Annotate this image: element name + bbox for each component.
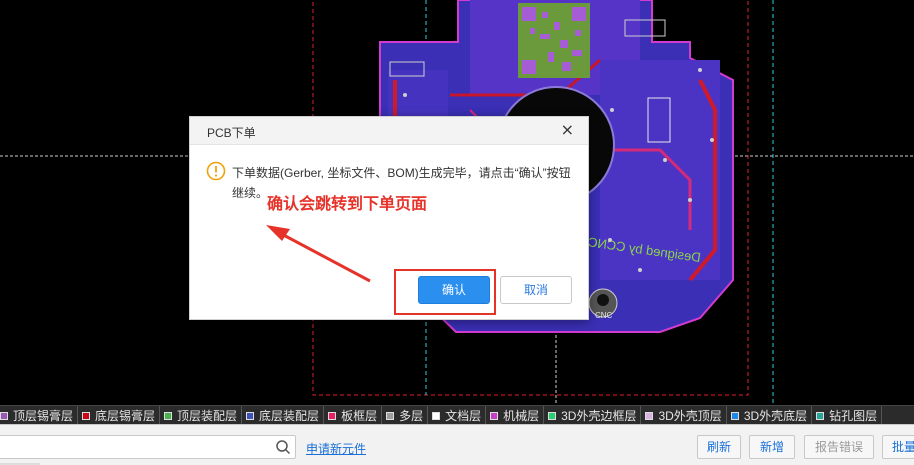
layer-label: 多层 bbox=[399, 409, 424, 423]
search-input[interactable] bbox=[0, 436, 269, 458]
layer-item[interactable]: 顶层装配层 bbox=[160, 406, 243, 424]
layer-item[interactable]: 文档层 bbox=[428, 406, 487, 424]
layer-color-swatch[interactable] bbox=[386, 411, 395, 420]
layer-label: 底层锡膏层 bbox=[95, 409, 156, 423]
layer-label: 机械层 bbox=[503, 409, 540, 423]
layer-color-swatch[interactable] bbox=[730, 411, 739, 420]
layer-color-swatch[interactable] bbox=[548, 411, 557, 420]
annotation-text: 确认会跳转到下单页面 bbox=[267, 196, 428, 213]
dialog-header: PCB下单 × bbox=[190, 117, 588, 145]
layer-label: 3D外壳底层 bbox=[743, 409, 808, 423]
layer-color-swatch[interactable] bbox=[0, 411, 8, 420]
layer-label: 3D外壳顶层 bbox=[658, 409, 722, 423]
layer-label: 文档层 bbox=[445, 409, 482, 423]
layer-bar: 顶层锡膏层 底层锡膏层 顶层装配层 底层装配层 板框层 多层 文档层 机械层 3D外壳边框层 3D… bbox=[0, 405, 914, 424]
layer-color-swatch[interactable] bbox=[432, 411, 441, 420]
batch-button[interactable]: 批量 bbox=[882, 435, 914, 459]
refresh-button[interactable]: 刷新 bbox=[697, 435, 741, 459]
report-error-button[interactable]: 报告错误 bbox=[804, 435, 874, 459]
cancel-button[interactable]: 取消 bbox=[500, 276, 572, 304]
search-icon[interactable] bbox=[275, 439, 291, 455]
layer-label: 顶层锡膏层 bbox=[13, 409, 74, 423]
layer-color-swatch[interactable] bbox=[490, 411, 499, 420]
close-icon[interactable]: × bbox=[561, 121, 574, 139]
layer-color-swatch[interactable] bbox=[645, 411, 654, 420]
layer-item[interactable]: 板框层 bbox=[324, 406, 383, 424]
warning-icon bbox=[206, 161, 226, 181]
layer-color-swatch[interactable] bbox=[164, 411, 173, 420]
layer-color-swatch[interactable] bbox=[328, 411, 337, 420]
confirm-button[interactable]: 确认 bbox=[418, 276, 490, 304]
layer-label: 3D外壳边框层 bbox=[561, 409, 637, 423]
layer-item[interactable]: 钻孔图层 bbox=[812, 406, 883, 424]
dialog-title: PCB下单 bbox=[207, 126, 256, 140]
layer-item[interactable]: 3D外壳底层 bbox=[727, 406, 813, 424]
pcb-order-dialog: PCB下单 × 下单数据(Gerber, 坐标文件、BOM)生成完毕，请点击“确… bbox=[189, 116, 589, 320]
mounting-hole-center bbox=[597, 294, 609, 306]
layer-label: 底层装配层 bbox=[259, 409, 320, 423]
layer-item[interactable]: 3D外壳边框层 bbox=[544, 406, 642, 424]
add-button[interactable]: 新增 bbox=[749, 435, 795, 459]
new-component-link[interactable]: 申请新元件 bbox=[306, 440, 366, 457]
bottom-toolbar: 申请新元件 刷新 新增 报告错误 批量 bbox=[0, 424, 914, 465]
layer-label: 钻孔图层 bbox=[829, 409, 878, 423]
layer-item[interactable]: 底层装配层 bbox=[242, 406, 325, 424]
silk-text: CNC bbox=[595, 311, 613, 320]
layer-item[interactable]: 底层锡膏层 bbox=[78, 406, 161, 424]
layer-label: 板框层 bbox=[341, 409, 378, 423]
layer-color-swatch[interactable] bbox=[82, 411, 91, 420]
layer-color-swatch[interactable] bbox=[816, 411, 825, 420]
layer-label: 顶层装配层 bbox=[177, 409, 238, 423]
layer-color-swatch[interactable] bbox=[246, 411, 255, 420]
layer-item[interactable]: 顶层锡膏层 bbox=[0, 406, 79, 424]
layer-item[interactable]: 机械层 bbox=[486, 406, 545, 424]
layer-item[interactable]: 多层 bbox=[382, 406, 429, 424]
search-box bbox=[0, 435, 296, 459]
layer-item[interactable]: 3D外壳顶层 bbox=[641, 406, 727, 424]
